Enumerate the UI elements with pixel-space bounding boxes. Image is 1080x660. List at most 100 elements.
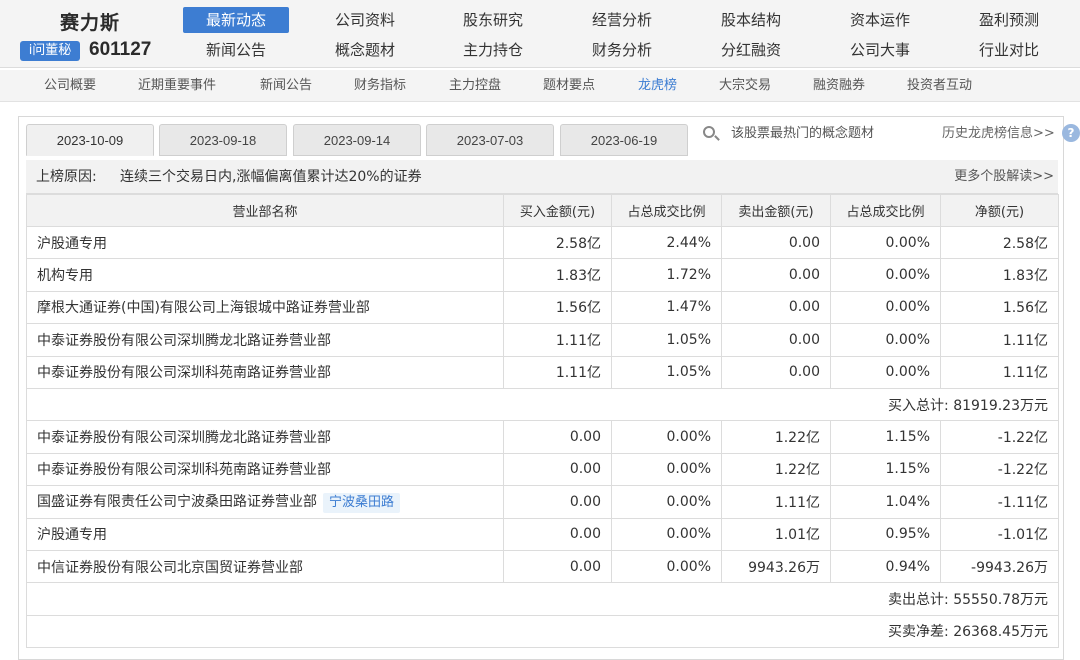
sell-ratio: 0.00% [830, 355, 941, 389]
buy-ratio: 1.72% [611, 258, 722, 292]
nav-financial-analysis[interactable]: 财务分析 [569, 37, 675, 63]
history-dragon-tiger-link[interactable]: 历史龙虎榜信息>> [942, 124, 1055, 144]
subnav-theme-points[interactable]: 题材要点 [543, 70, 595, 102]
nav-capital-operation[interactable]: 资本运作 [827, 7, 933, 33]
sell-ratio: 0.00% [830, 290, 941, 325]
net-amount: 1.83亿 [940, 258, 1059, 292]
nav-capital-structure[interactable]: 股本结构 [698, 7, 804, 33]
nav-shareholder-research[interactable]: 股东研究 [440, 7, 546, 33]
date-tab-2023-10-09[interactable]: 2023-10-09 [26, 124, 154, 156]
net-amount: -1.22亿 [940, 452, 1059, 487]
sell-ratio: 0.00% [830, 225, 941, 260]
col-header-sell-ratio[interactable]: 占总成交比例 [830, 194, 941, 227]
net-amount: -1.11亿 [940, 485, 1059, 519]
nav-dividend-financing[interactable]: 分红融资 [698, 37, 804, 63]
sell-amount: 0.00 [721, 323, 831, 357]
subnav-recent-events[interactable]: 近期重要事件 [138, 70, 216, 102]
sub-navigation: 公司概要 近期重要事件 新闻公告 财务指标 主力控盘 题材要点 龙虎榜 大宗交易… [0, 70, 1080, 102]
nav-company-info[interactable]: 公司资料 [312, 7, 418, 33]
subnav-financial-indicators[interactable]: 财务指标 [354, 70, 406, 102]
subnav-main-control[interactable]: 主力控盘 [449, 70, 501, 102]
stock-code: 601127 [89, 39, 152, 60]
branch-name[interactable]: 中泰证券股份有限公司深圳科苑南路证券营业部 [26, 452, 504, 487]
buy-total: 买入总计: 81919.23万元 [26, 387, 1059, 422]
buy-ratio: 2.44% [611, 225, 722, 260]
sell-ratio: 0.95% [830, 517, 941, 551]
subnav-dragon-tiger-list[interactable]: 龙虎榜 [638, 70, 677, 102]
net-total-row: 买卖净差: 26368.45万元 [26, 614, 1059, 649]
sell-amount: 0.00 [721, 225, 831, 260]
table-row: 摩根大通证券(中国)有限公司上海银城中路证券营业部 1.56亿 1.47% 0.… [26, 290, 1059, 325]
branch-name[interactable]: 沪股通专用 [26, 517, 504, 551]
nav-business-analysis[interactable]: 经营分析 [569, 7, 675, 33]
sell-ratio: 0.00% [830, 323, 941, 357]
table-row: 国盛证券有限责任公司宁波桑田路证券营业部 宁波桑田路 0.00 0.00% 1.1… [26, 485, 1059, 519]
reason-label: 上榜原因: [36, 169, 97, 185]
branch-name[interactable]: 中泰证券股份有限公司深圳科苑南路证券营业部 [26, 355, 504, 389]
sell-total: 卖出总计: 55550.78万元 [26, 582, 1059, 616]
branch-name[interactable]: 机构专用 [26, 258, 504, 292]
nav-news-announcements[interactable]: 新闻公告 [183, 37, 289, 63]
subnav-news-announcements[interactable]: 新闻公告 [260, 70, 312, 102]
net-amount: 1.11亿 [940, 323, 1059, 357]
col-header-buy-ratio[interactable]: 占总成交比例 [611, 194, 722, 227]
nav-concept-themes[interactable]: 概念题材 [312, 37, 418, 63]
sell-ratio: 0.94% [830, 549, 941, 584]
nav-main-holdings[interactable]: 主力持仓 [440, 37, 546, 63]
buy-ratio: 0.00% [611, 485, 722, 519]
date-tab-2023-09-14[interactable]: 2023-09-14 [293, 124, 421, 156]
col-header-branch: 营业部名称 [26, 194, 504, 227]
col-header-buy-amount[interactable]: 买入金额(元) [503, 194, 612, 227]
table-row: 中泰证券股份有限公司深圳腾龙北路证券营业部 1.11亿 1.05% 0.00 0… [26, 323, 1059, 357]
branch-tag[interactable]: 宁波桑田路 [323, 492, 401, 513]
buy-amount: 1.11亿 [503, 323, 612, 357]
table-row: 中泰证券股份有限公司深圳科苑南路证券营业部 1.11亿 1.05% 0.00 0… [26, 355, 1059, 389]
buy-ratio: 1.05% [611, 323, 722, 357]
sell-ratio: 1.04% [830, 485, 941, 519]
net-amount: 1.56亿 [940, 290, 1059, 325]
col-header-sell-amount[interactable]: 卖出金额(元) [721, 194, 831, 227]
date-tab-2023-09-18[interactable]: 2023-09-18 [159, 124, 287, 156]
col-header-net[interactable]: 净额(元) [940, 194, 1059, 227]
sell-amount: 0.00 [721, 258, 831, 292]
buy-total-row: 买入总计: 81919.23万元 [26, 387, 1059, 422]
table-header-row: 营业部名称 买入金额(元) 占总成交比例 卖出金额(元) 占总成交比例 净额(元… [26, 194, 1059, 227]
stock-name: 赛力斯 [60, 12, 121, 34]
buy-amount: 0.00 [503, 452, 612, 487]
net-total: 买卖净差: 26368.45万元 [26, 614, 1059, 649]
sell-ratio: 0.00% [830, 258, 941, 292]
subnav-block-trade[interactable]: 大宗交易 [719, 70, 771, 102]
date-tab-2023-07-03[interactable]: 2023-07-03 [426, 124, 554, 156]
reason-text: 连续三个交易日内,涨幅偏离值累计达20%的证券 [120, 169, 422, 185]
listing-reason-bar: 上榜原因: 连续三个交易日内,涨幅偏离值累计达20%的证券 更多个股解读>> [26, 160, 1058, 194]
subnav-margin-trading[interactable]: 融资融券 [813, 70, 865, 102]
sell-amount: 1.01亿 [721, 517, 831, 551]
branch-name[interactable]: 中信证券股份有限公司北京国贸证券营业部 [26, 549, 504, 584]
concept-search[interactable]: 该股票最热门的概念题材 [697, 120, 941, 148]
nav-company-events[interactable]: 公司大事 [827, 37, 933, 63]
ask-secretary-badge[interactable]: i问董秘 [20, 41, 80, 61]
sell-ratio: 1.15% [830, 452, 941, 487]
subnav-investor-interaction[interactable]: 投资者互动 [907, 70, 972, 102]
nav-industry-comparison[interactable]: 行业对比 [956, 37, 1062, 63]
subnav-company-overview[interactable]: 公司概要 [44, 70, 96, 102]
table-row: 沪股通专用 2.58亿 2.44% 0.00 0.00% 2.58亿 [26, 225, 1059, 260]
stock-header: 赛力斯 i问董秘 601127 最新动态 公司资料 股东研究 经营分析 股本结构… [0, 0, 1080, 68]
branch-name[interactable]: 国盛证券有限责任公司宁波桑田路证券营业部 [37, 494, 317, 510]
sell-amount: 1.11亿 [721, 485, 831, 519]
buy-amount: 2.58亿 [503, 225, 612, 260]
nav-earnings-forecast[interactable]: 盈利预测 [956, 7, 1062, 33]
buy-ratio: 0.00% [611, 420, 722, 454]
table-row: 中泰证券股份有限公司深圳科苑南路证券营业部 0.00 0.00% 1.22亿 1… [26, 452, 1059, 487]
help-icon[interactable]: ? [1062, 124, 1080, 142]
branch-name[interactable]: 中泰证券股份有限公司深圳腾龙北路证券营业部 [26, 323, 504, 357]
more-stock-analysis-link[interactable]: 更多个股解读>> [954, 160, 1054, 194]
table-row: 沪股通专用 0.00 0.00% 1.01亿 0.95% -1.01亿 [26, 517, 1059, 551]
branch-name[interactable]: 中泰证券股份有限公司深圳腾龙北路证券营业部 [26, 420, 504, 454]
buy-amount: 0.00 [503, 517, 612, 551]
branch-name[interactable]: 摩根大通证券(中国)有限公司上海银城中路证券营业部 [26, 290, 504, 325]
sell-amount: 0.00 [721, 355, 831, 389]
branch-name[interactable]: 沪股通专用 [26, 225, 504, 260]
date-tab-2023-06-19[interactable]: 2023-06-19 [560, 124, 688, 156]
nav-latest-news[interactable]: 最新动态 [183, 7, 289, 33]
